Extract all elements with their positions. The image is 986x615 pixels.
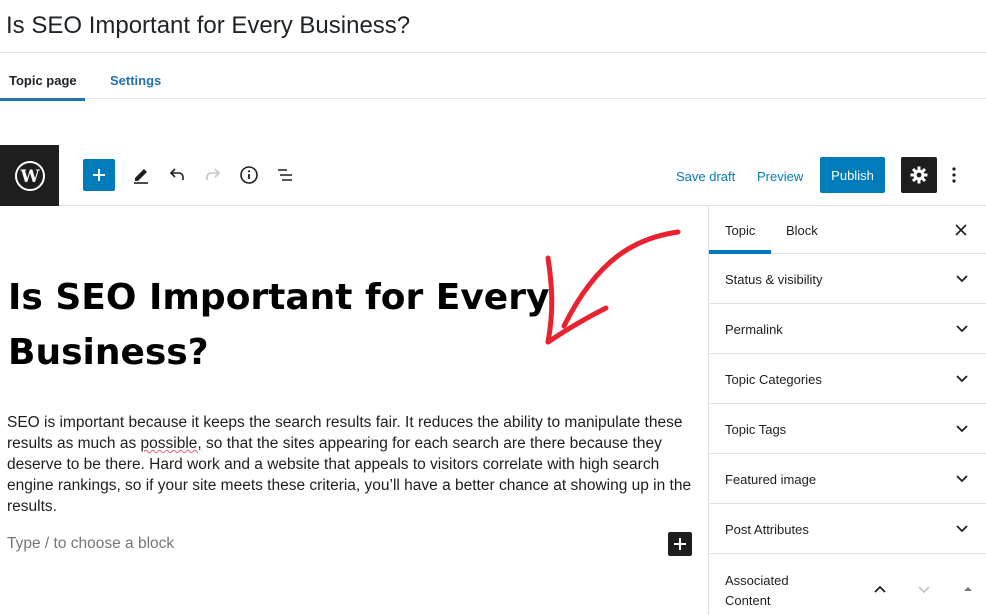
publish-button[interactable]: Publish [820, 157, 885, 193]
panel-topic-tags[interactable]: Topic Tags [709, 404, 986, 454]
chevron-down-icon [956, 425, 968, 433]
redo-icon[interactable] [199, 161, 227, 189]
svg-text:W: W [19, 167, 40, 187]
wordpress-icon[interactable]: W [0, 145, 59, 206]
gear-icon[interactable] [901, 157, 937, 193]
pencil-icon[interactable] [127, 161, 155, 189]
misspelled-word: possible, [140, 435, 202, 452]
active-tab-indicator [0, 98, 85, 101]
preview-button[interactable]: Preview [757, 169, 803, 184]
panel-status-visibility[interactable]: Status & visibility [709, 254, 986, 304]
panel-label: Topic Categories [725, 372, 822, 387]
panel-label: Associated Content [725, 573, 789, 608]
chevron-down-icon [956, 325, 968, 333]
chevron-down-icon [956, 475, 968, 483]
sidebar-tab-topic[interactable]: Topic [725, 223, 755, 238]
panel-post-attributes[interactable]: Post Attributes [709, 504, 986, 554]
chevron-down-icon [956, 275, 968, 283]
page-tabs: Topic page Settings [0, 52, 986, 101]
panel-topic-categories[interactable]: Topic Categories [709, 354, 986, 404]
save-draft-button[interactable]: Save draft [676, 169, 735, 184]
more-vertical-icon[interactable] [944, 161, 964, 189]
tab-settings[interactable]: Settings [110, 73, 161, 88]
panel-associated-content: Associated Content [709, 554, 986, 615]
caret-up-icon[interactable] [956, 577, 980, 601]
editor-toolbar: W Save draft Preview Publish [0, 145, 986, 206]
block-appender-placeholder[interactable]: Type / to choose a block [7, 535, 174, 553]
chevron-down-icon [956, 525, 968, 533]
panel-label: Permalink [725, 322, 783, 337]
panel-label: Post Attributes [725, 522, 809, 537]
chevron-down-icon[interactable] [912, 577, 936, 601]
panel-permalink[interactable]: Permalink [709, 304, 986, 354]
paragraph-block[interactable]: SEO is important because it keeps the se… [7, 412, 701, 517]
info-icon[interactable] [235, 161, 263, 189]
tab-topic-page[interactable]: Topic page [9, 73, 77, 88]
chevron-down-icon [956, 375, 968, 383]
chevron-up-icon[interactable] [868, 577, 892, 601]
settings-sidebar: Topic Block Status & visibility Permalin… [708, 206, 986, 615]
editor-canvas: Is SEO Important for Every Business? SEO… [0, 206, 708, 615]
panel-featured-image[interactable]: Featured image [709, 454, 986, 504]
post-title[interactable]: Is SEO Important for Every Business? [8, 270, 568, 380]
page-title: Is SEO Important for Every Business? [6, 12, 411, 39]
sidebar-tabs: Topic Block [709, 206, 986, 254]
red-arrow-annotation [545, 229, 681, 345]
panel-label: Topic Tags [725, 422, 787, 437]
plus-icon[interactable] [83, 159, 115, 191]
plus-icon[interactable] [668, 532, 692, 556]
list-view-icon[interactable] [271, 161, 299, 189]
undo-icon[interactable] [163, 161, 191, 189]
sidebar-tab-block[interactable]: Block [786, 223, 818, 238]
close-icon[interactable] [951, 220, 971, 240]
panel-label: Featured image [725, 472, 817, 487]
panel-label: Status & visibility [725, 272, 823, 287]
